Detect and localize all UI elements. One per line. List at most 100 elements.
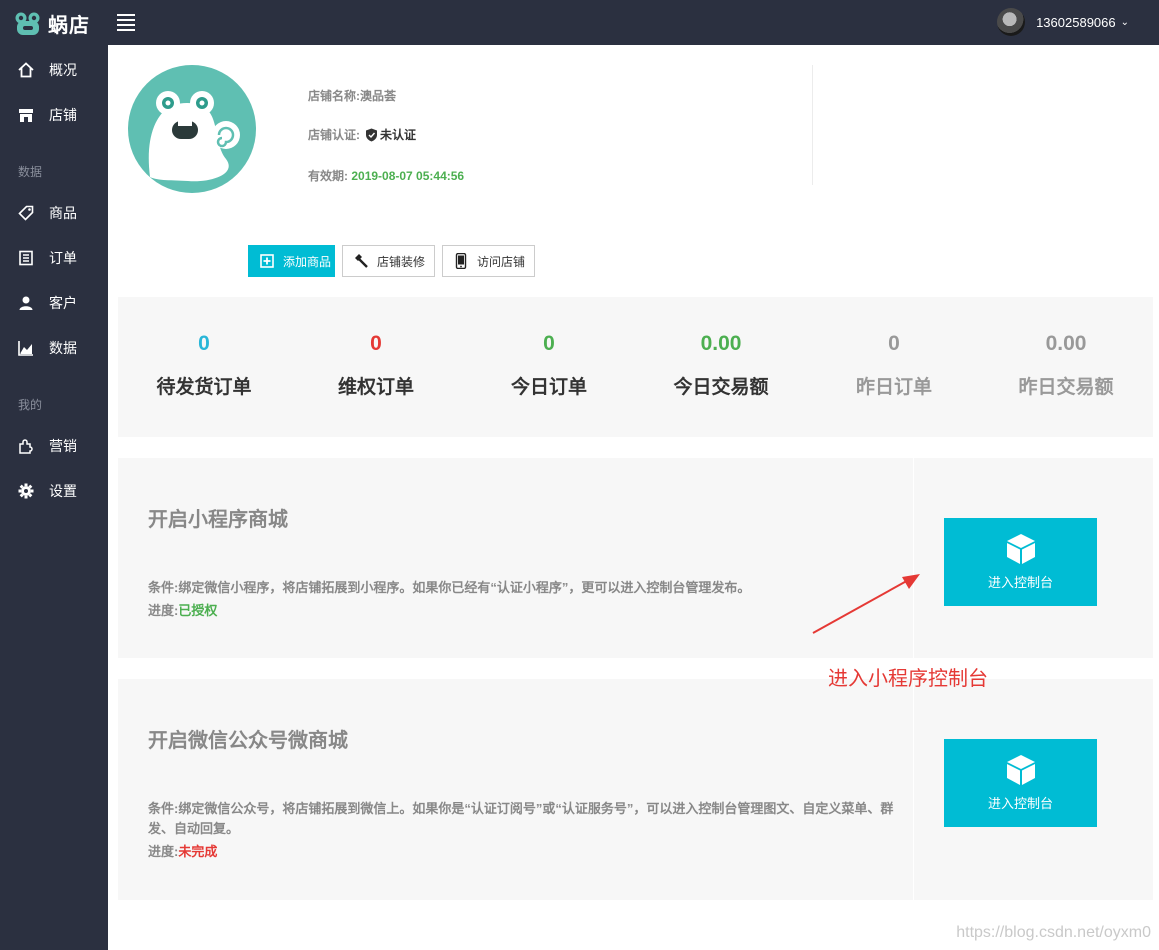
annotation-arrow-icon [812, 574, 920, 634]
stat-label: 待发货订单 [156, 377, 252, 398]
stat-value: 0 [543, 332, 555, 355]
stat-disputes[interactable]: 0 维权订单 [290, 297, 462, 399]
miniapp-console-button[interactable]: 进入控制台 [944, 518, 1097, 606]
stat-value: 0.00 [700, 332, 742, 355]
user-menu[interactable]: 13602589066 ⌄ [997, 8, 1129, 36]
app-logo[interactable]: 蜗店 [14, 9, 90, 38]
sidebar-item-label: 店铺 [49, 107, 77, 123]
watermark: https://blog.csdn.net/oyxm0 [956, 924, 1151, 941]
wechat-title: 开启微信公众号微商城 [148, 730, 348, 752]
miniapp-condition: 条件:绑定微信小程序，将店铺拓展到小程序。如果你已经有“认证小程序”，更可以进入… [148, 580, 751, 595]
stat-yesterday-sales[interactable]: 0.00 昨日交易额 [980, 297, 1152, 399]
avatar [997, 8, 1026, 36]
console-button-label: 进入控制台 [987, 575, 1053, 590]
add-product-button[interactable]: 添加商品 [248, 245, 335, 277]
stat-today-sales[interactable]: 0.00 今日交易额 [635, 297, 807, 399]
annotation-text: 进入小程序控制台 [828, 668, 988, 690]
wechat-panel: 开启微信公众号微商城 条件:绑定微信公众号，将店铺拓展到微信上。如果你是“认证订… [118, 679, 1153, 900]
visit-store-label: 访问店铺 [477, 254, 526, 269]
sidebar-group-mine: 我的 [18, 398, 43, 412]
wechat-console-button[interactable]: 进入控制台 [944, 739, 1097, 827]
cube-icon [1004, 753, 1038, 787]
store-icon [17, 106, 35, 124]
stat-label: 维权订单 [337, 377, 414, 398]
sidebar-item-products[interactable]: 商品 [0, 193, 108, 233]
sidebar-item-marketing[interactable]: 营销 [0, 426, 108, 466]
miniapp-progress: 进度:已授权 [148, 600, 217, 619]
sidebar-item-label: 订单 [49, 250, 77, 266]
shop-name: 澳品荟 [360, 89, 397, 103]
stat-yesterday-orders[interactable]: 0 昨日订单 [808, 297, 980, 399]
miniapp-panel: 开启小程序商城 条件:绑定微信小程序，将店铺拓展到小程序。如果你已经有“认证小程… [118, 458, 1153, 658]
shop-cert-status: 未认证 [380, 128, 417, 142]
tag-icon [17, 204, 35, 222]
shop-name-label: 店铺名称: [308, 89, 360, 103]
puzzle-icon [17, 437, 35, 455]
progress-label: 进度: [148, 844, 179, 859]
sidebar-item-overview[interactable]: 概况 [0, 50, 108, 90]
shop-cert-row: 店铺认证: 未认证 [308, 126, 416, 143]
panel-divider [913, 679, 914, 900]
stat-value: 0.00 [1045, 332, 1087, 355]
app-name: 蜗店 [48, 15, 90, 37]
add-product-label: 添加商品 [283, 254, 332, 269]
wechat-progress: 进度:未完成 [148, 841, 217, 860]
shop-expire-label: 有效期: [308, 169, 348, 183]
chart-icon [17, 339, 35, 357]
cube-icon [1004, 532, 1038, 566]
wechat-condition: 条件:绑定微信公众号，将店铺拓展到微信上。如果你是“认证订阅号”或“认证服务号”… [148, 801, 894, 836]
sidebar-item-label: 商品 [49, 205, 77, 221]
stat-value: 0 [370, 332, 382, 355]
sidebar-group-data: 数据 [18, 165, 43, 179]
sidebar-item-label: 数据 [49, 340, 77, 356]
sidebar-item-label: 概况 [49, 62, 77, 78]
stats-panel: 0 待发货订单 0 维权订单 0 今日订单 0.00 今日交易额 0 昨日订单 … [118, 297, 1153, 437]
sidebar-item-label: 客户 [49, 295, 77, 311]
miniapp-title: 开启小程序商城 [148, 509, 288, 531]
mobile-icon [453, 253, 469, 269]
sidebar-item-store[interactable]: 店铺 [0, 95, 108, 135]
decorate-store-label: 店铺装修 [377, 254, 426, 269]
visit-store-button[interactable]: 访问店铺 [442, 245, 535, 277]
stat-label: 今日订单 [510, 377, 587, 398]
snail-logo-icon [14, 11, 42, 37]
stat-value: 0 [198, 332, 210, 355]
stat-label: 今日交易额 [673, 377, 769, 398]
plus-square-icon [259, 253, 275, 269]
chevron-down-icon: ⌄ [1120, 16, 1129, 28]
shop-cert-label: 店铺认证: [308, 128, 360, 142]
stat-value: 0 [888, 332, 900, 355]
sidebar-item-data[interactable]: 数据 [0, 328, 108, 368]
sidebar-item-settings[interactable]: 设置 [0, 471, 108, 511]
shield-icon [365, 128, 378, 142]
progress-value: 已授权 [178, 603, 218, 618]
sidebar-item-customers[interactable]: 客户 [0, 283, 108, 323]
info-divider [812, 65, 813, 185]
progress-label: 进度: [148, 603, 179, 618]
sidebar-item-label: 营销 [49, 438, 77, 454]
shop-expire-value: 2019-08-07 05:44:56 [351, 169, 465, 183]
sidebar-item-label: 设置 [49, 483, 77, 499]
sidebar: 概况 店铺 数据 商品 订单 客户 数据 我的 营销 设置 [0, 45, 108, 950]
sidebar-item-orders[interactable]: 订单 [0, 238, 108, 278]
home-icon [17, 61, 35, 79]
menu-toggle-icon[interactable] [117, 14, 135, 31]
stat-pending-shipment[interactable]: 0 待发货订单 [118, 297, 290, 399]
console-button-label: 进入控制台 [987, 796, 1053, 811]
shop-avatar [128, 65, 256, 193]
stat-today-orders[interactable]: 0 今日订单 [463, 297, 635, 399]
user-icon [17, 294, 35, 312]
user-name: 13602589066 [1036, 14, 1116, 30]
hammer-icon [353, 253, 369, 269]
progress-value: 未完成 [178, 844, 218, 859]
order-icon [17, 249, 35, 267]
main-content: 店铺名称:澳品荟 店铺认证: 未认证 有效期: 2019-08-07 05:44… [108, 45, 1159, 950]
snail-mascot-icon [148, 91, 240, 182]
shop-expire-row: 有效期: 2019-08-07 05:44:56 [308, 167, 464, 184]
stat-label: 昨日交易额 [1018, 377, 1114, 398]
top-bar: 蜗店 13602589066 ⌄ [0, 0, 1159, 45]
shop-name-row: 店铺名称:澳品荟 [308, 87, 396, 104]
decorate-store-button[interactable]: 店铺装修 [342, 245, 435, 277]
stat-label: 昨日订单 [855, 377, 932, 398]
gear-icon [17, 482, 35, 500]
